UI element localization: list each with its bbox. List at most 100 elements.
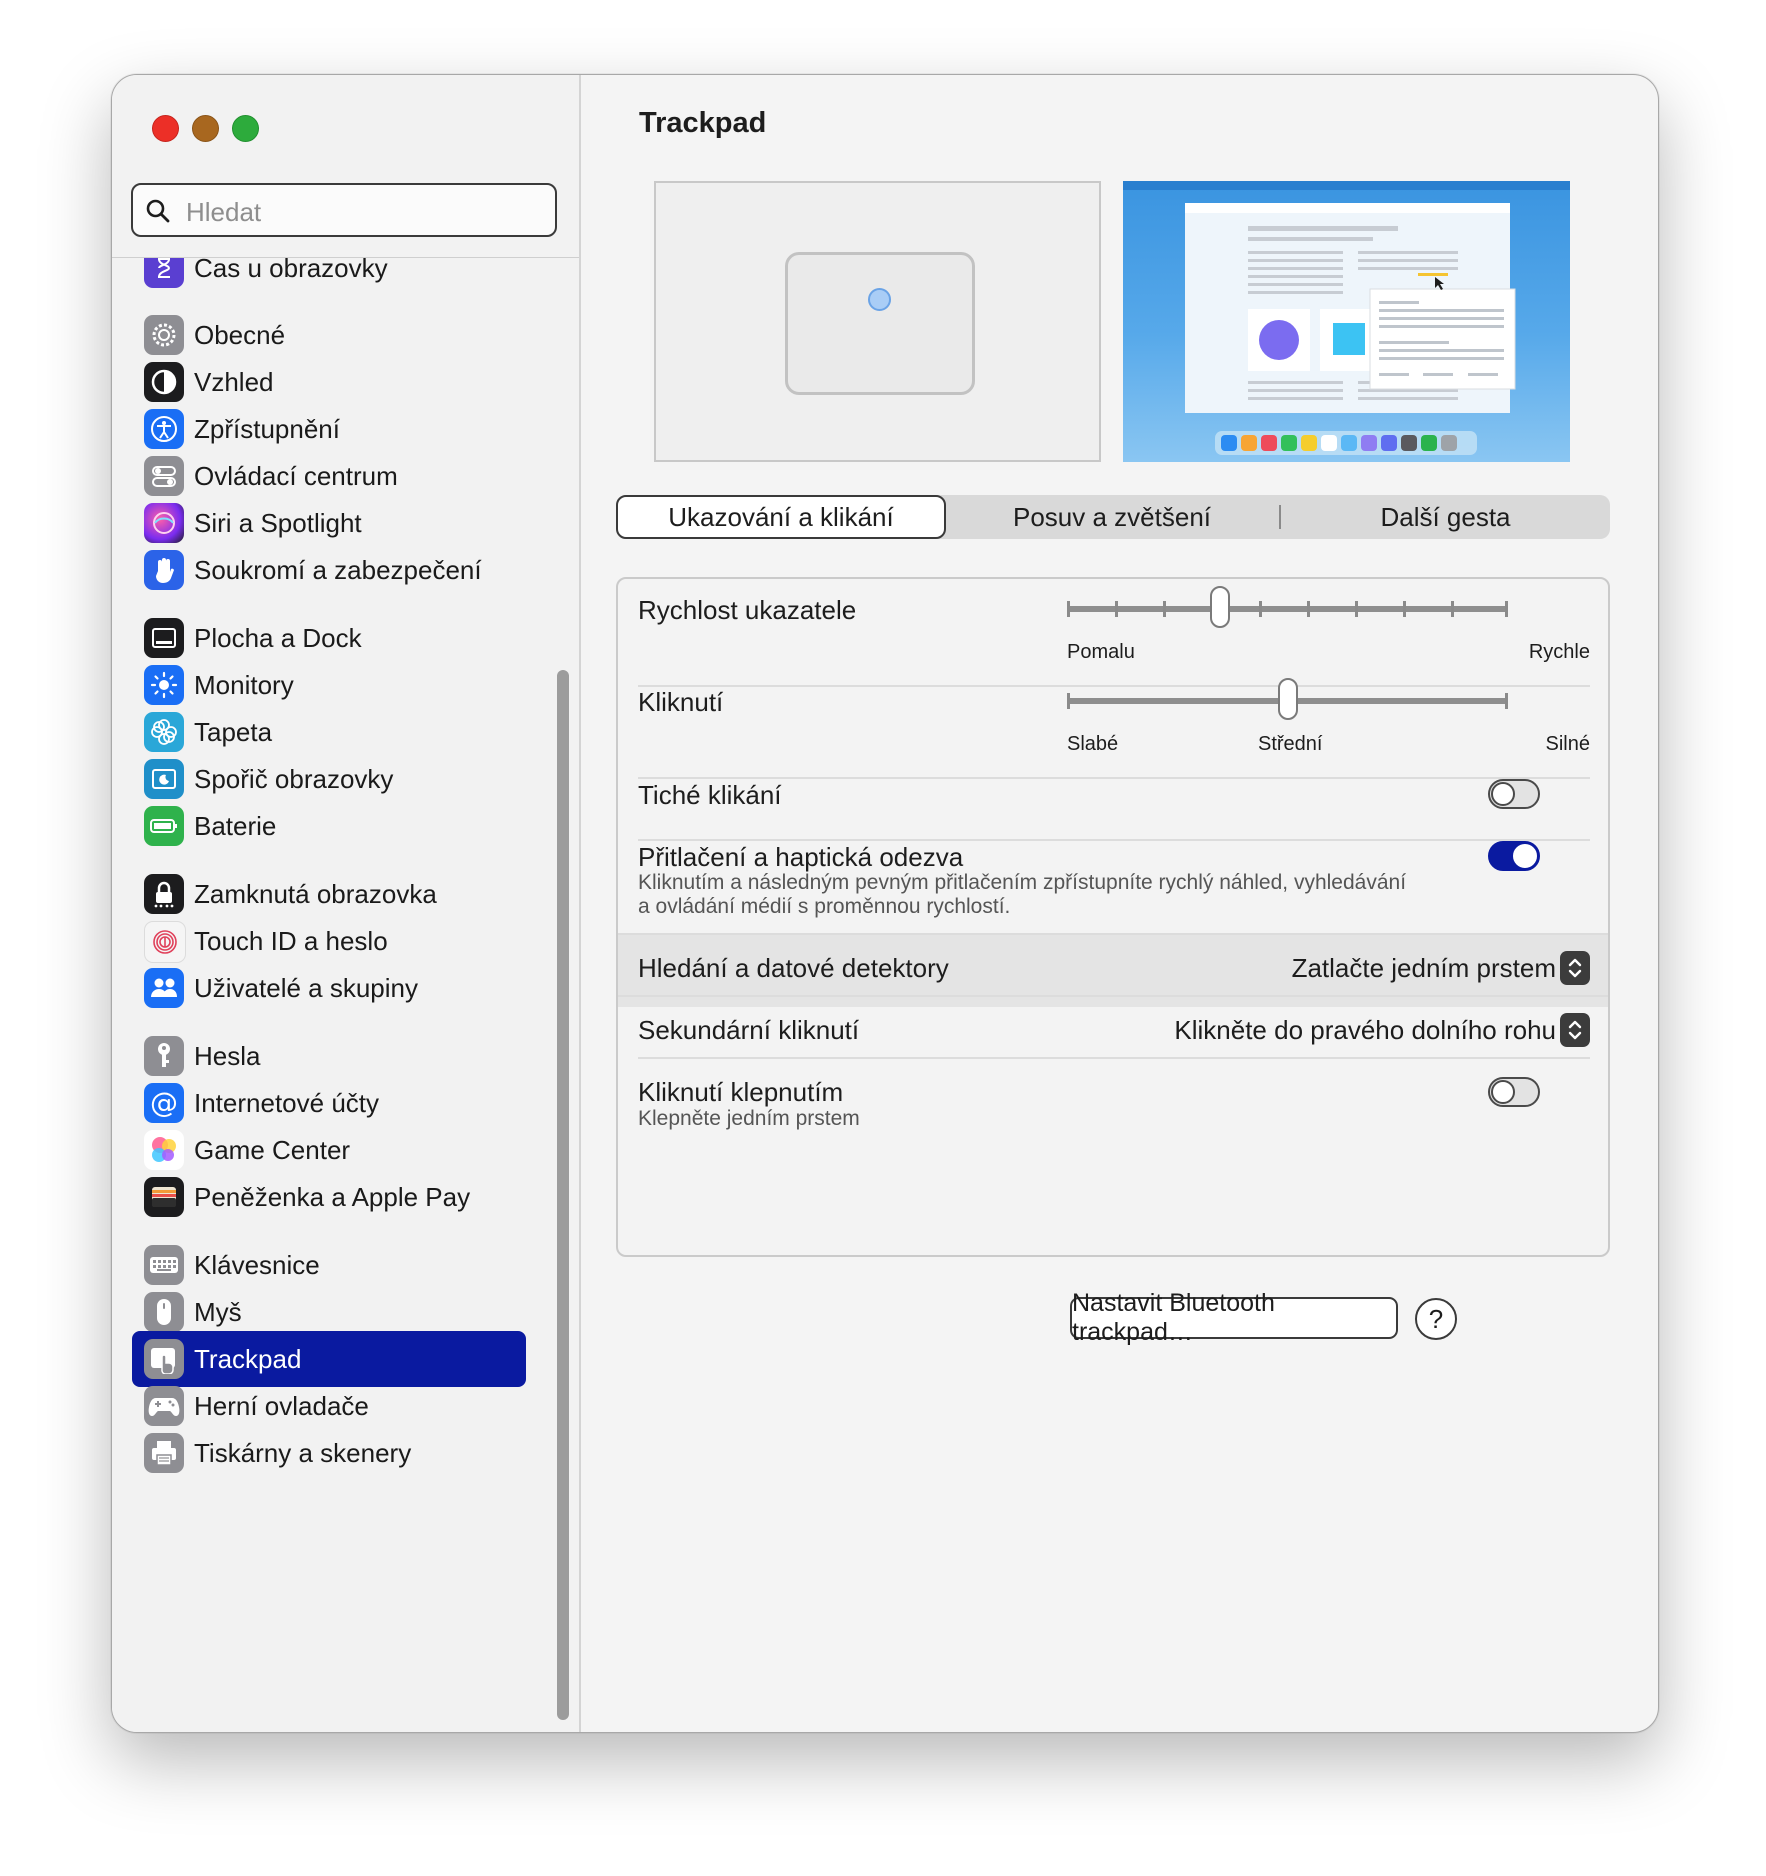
sidebar-item-label: Hesla [194, 1041, 261, 1071]
printer-icon [144, 1433, 184, 1473]
finger-dot-icon [868, 288, 891, 311]
sidebar-item-label: Siri a Spotlight [194, 508, 362, 538]
sidebar-item-label: Vzhled [194, 367, 274, 397]
zoom-window-button[interactable] [232, 115, 259, 142]
tab-point-and-click[interactable]: Ukazování a klikání [616, 495, 946, 539]
mouse-icon [144, 1292, 184, 1332]
click-pressure-slider[interactable] [1067, 678, 1508, 720]
click-pressure-knob[interactable] [1278, 678, 1298, 720]
sidebar-item-wallet[interactable]: Peněženka a Apple Pay [132, 1169, 526, 1225]
toggle-knob [1491, 782, 1515, 806]
sidebar-item-battery[interactable]: Baterie [132, 798, 526, 854]
sidebar-item-label: Touch ID a heslo [194, 926, 388, 956]
tab-more-gestures[interactable]: Další gesta [1281, 495, 1610, 539]
lock-icon [144, 874, 184, 914]
desktop-preview-illustration [1123, 181, 1570, 455]
brightness-icon [144, 665, 184, 705]
keyboard-icon [144, 1245, 184, 1285]
pointer-speed-label: Rychlost ukazatele [638, 595, 857, 625]
row-divider [638, 839, 1590, 841]
sidebar-item-users[interactable]: Uživatelé a skupiny [132, 960, 526, 1016]
minimize-window-button[interactable] [192, 115, 219, 142]
key-icon [144, 1036, 184, 1076]
sidebar-item-label: Klávesnice [194, 1250, 320, 1280]
page-title: Trackpad [639, 107, 767, 139]
secondary-click-label: Sekundární kliknutí [638, 1015, 860, 1045]
trackpad-gesture-preview [654, 181, 1101, 462]
tab-scroll-and-zoom[interactable]: Posuv a zvětšení [946, 495, 1278, 539]
row-divider [638, 777, 1590, 779]
hourglass-icon [144, 258, 184, 288]
fingerprint-icon [144, 921, 186, 963]
pointer-speed-max-label: Rychle [1528, 641, 1590, 663]
main-content: Trackpad Ukazování a klikání Posuv a zvě… [581, 75, 1658, 1732]
sidebar-item-label: Spořič obrazovky [194, 764, 394, 794]
sidebar-item-label: Internetové účty [194, 1088, 379, 1118]
chevron-updown-icon[interactable] [1560, 951, 1590, 985]
click-firm-label: Silné [1545, 733, 1590, 755]
wallet-icon [144, 1177, 184, 1217]
screen-preview [1123, 181, 1570, 462]
gamepad-icon [144, 1386, 184, 1426]
sidebar-item-label: Game Center [194, 1135, 351, 1165]
sidebar-item-screen-time[interactable]: Čas u obrazovky [132, 258, 526, 296]
sidebar-item-privacy[interactable]: Soukromí a zabezpečení [132, 542, 526, 598]
flower-icon [144, 712, 184, 752]
row-divider [618, 995, 1608, 997]
sidebar-item-label: Peněženka a Apple Pay [194, 1182, 471, 1212]
slider-tick [1067, 601, 1070, 617]
set-up-bluetooth-trackpad-button[interactable]: Nastavit Bluetooth trackpad… [1070, 1289, 1398, 1346]
close-window-button[interactable] [152, 115, 179, 142]
force-click-description-line-2: a ovládání médií s proměnnou rychlostí. [638, 895, 1011, 918]
row-divider [618, 933, 1608, 935]
sidebar-item-label: Plocha a Dock [194, 623, 362, 653]
sidebar-item-printers[interactable]: Tiskárny a skenery [132, 1425, 526, 1481]
tap-to-click-toggle[interactable] [1488, 1077, 1540, 1107]
sidebar-item-label: Myš [194, 1297, 242, 1327]
sidebar-scrollbar[interactable] [557, 670, 569, 1720]
lookup-popup-value[interactable]: Zatlačte jedním prstem [1292, 953, 1556, 984]
users-icon [144, 968, 184, 1008]
slider-track [1067, 606, 1508, 612]
silent-click-toggle[interactable] [1488, 779, 1540, 809]
secondary-click-popup-value[interactable]: Klikněte do pravého dolního rohu [1174, 1015, 1556, 1046]
help-button[interactable]: ? [1415, 1298, 1457, 1340]
pointer-speed-min-label: Pomalu [1067, 641, 1135, 663]
appearance-icon [144, 362, 184, 402]
click-light-label: Slabé [1067, 733, 1119, 755]
sidebar-item-label: Zamknutá obrazovka [194, 879, 437, 909]
trackpad-icon [144, 1339, 184, 1379]
slider-tick [1451, 601, 1454, 617]
slider-tick [1505, 693, 1508, 709]
click-label: Kliknutí [638, 687, 724, 717]
at-icon: @ [144, 1083, 184, 1123]
sidebar-item-label: Čas u obrazovky [194, 258, 388, 283]
tab-bar: Ukazování a klikání Posuv a zvětšení Dal… [616, 495, 1610, 539]
pointer-speed-knob[interactable] [1210, 586, 1230, 628]
silent-click-label: Tiché klikání [638, 780, 782, 810]
screensaver-icon [144, 759, 184, 799]
tap-to-click-label: Kliknutí klepnutím [638, 1077, 844, 1107]
pointer-speed-slider[interactable] [1067, 586, 1508, 628]
sidebar-item-label: Zpřístupnění [194, 414, 340, 444]
slider-tick [1259, 601, 1262, 617]
force-click-toggle[interactable] [1488, 841, 1540, 871]
search-field[interactable]: Hledat [131, 183, 557, 237]
search-placeholder: Hledat [186, 197, 262, 227]
trackpad-illustration [785, 252, 975, 395]
tap-to-click-description: Klepněte jedním prstem [638, 1107, 860, 1130]
slider-tick [1505, 601, 1508, 617]
accessibility-icon [144, 409, 184, 449]
siri-icon [144, 503, 184, 543]
lookup-label: Hledání a datové detektory [638, 953, 949, 983]
hand-icon [144, 550, 184, 590]
lookup-row[interactable]: Hledání a datové detektory Zatlačte jedn… [618, 933, 1608, 1007]
sidebar-item-label: Herní ovladače [194, 1391, 369, 1421]
sidebar-item-label: Obecné [194, 320, 286, 350]
row-divider [638, 1057, 1590, 1059]
battery-icon [144, 806, 184, 846]
sidebar-item-label: Tapeta [194, 717, 273, 747]
sidebar-item-label: Monitory [194, 670, 294, 700]
sidebar-item-label: Uživatelé a skupiny [194, 973, 418, 1003]
chevron-updown-icon[interactable] [1560, 1013, 1590, 1047]
